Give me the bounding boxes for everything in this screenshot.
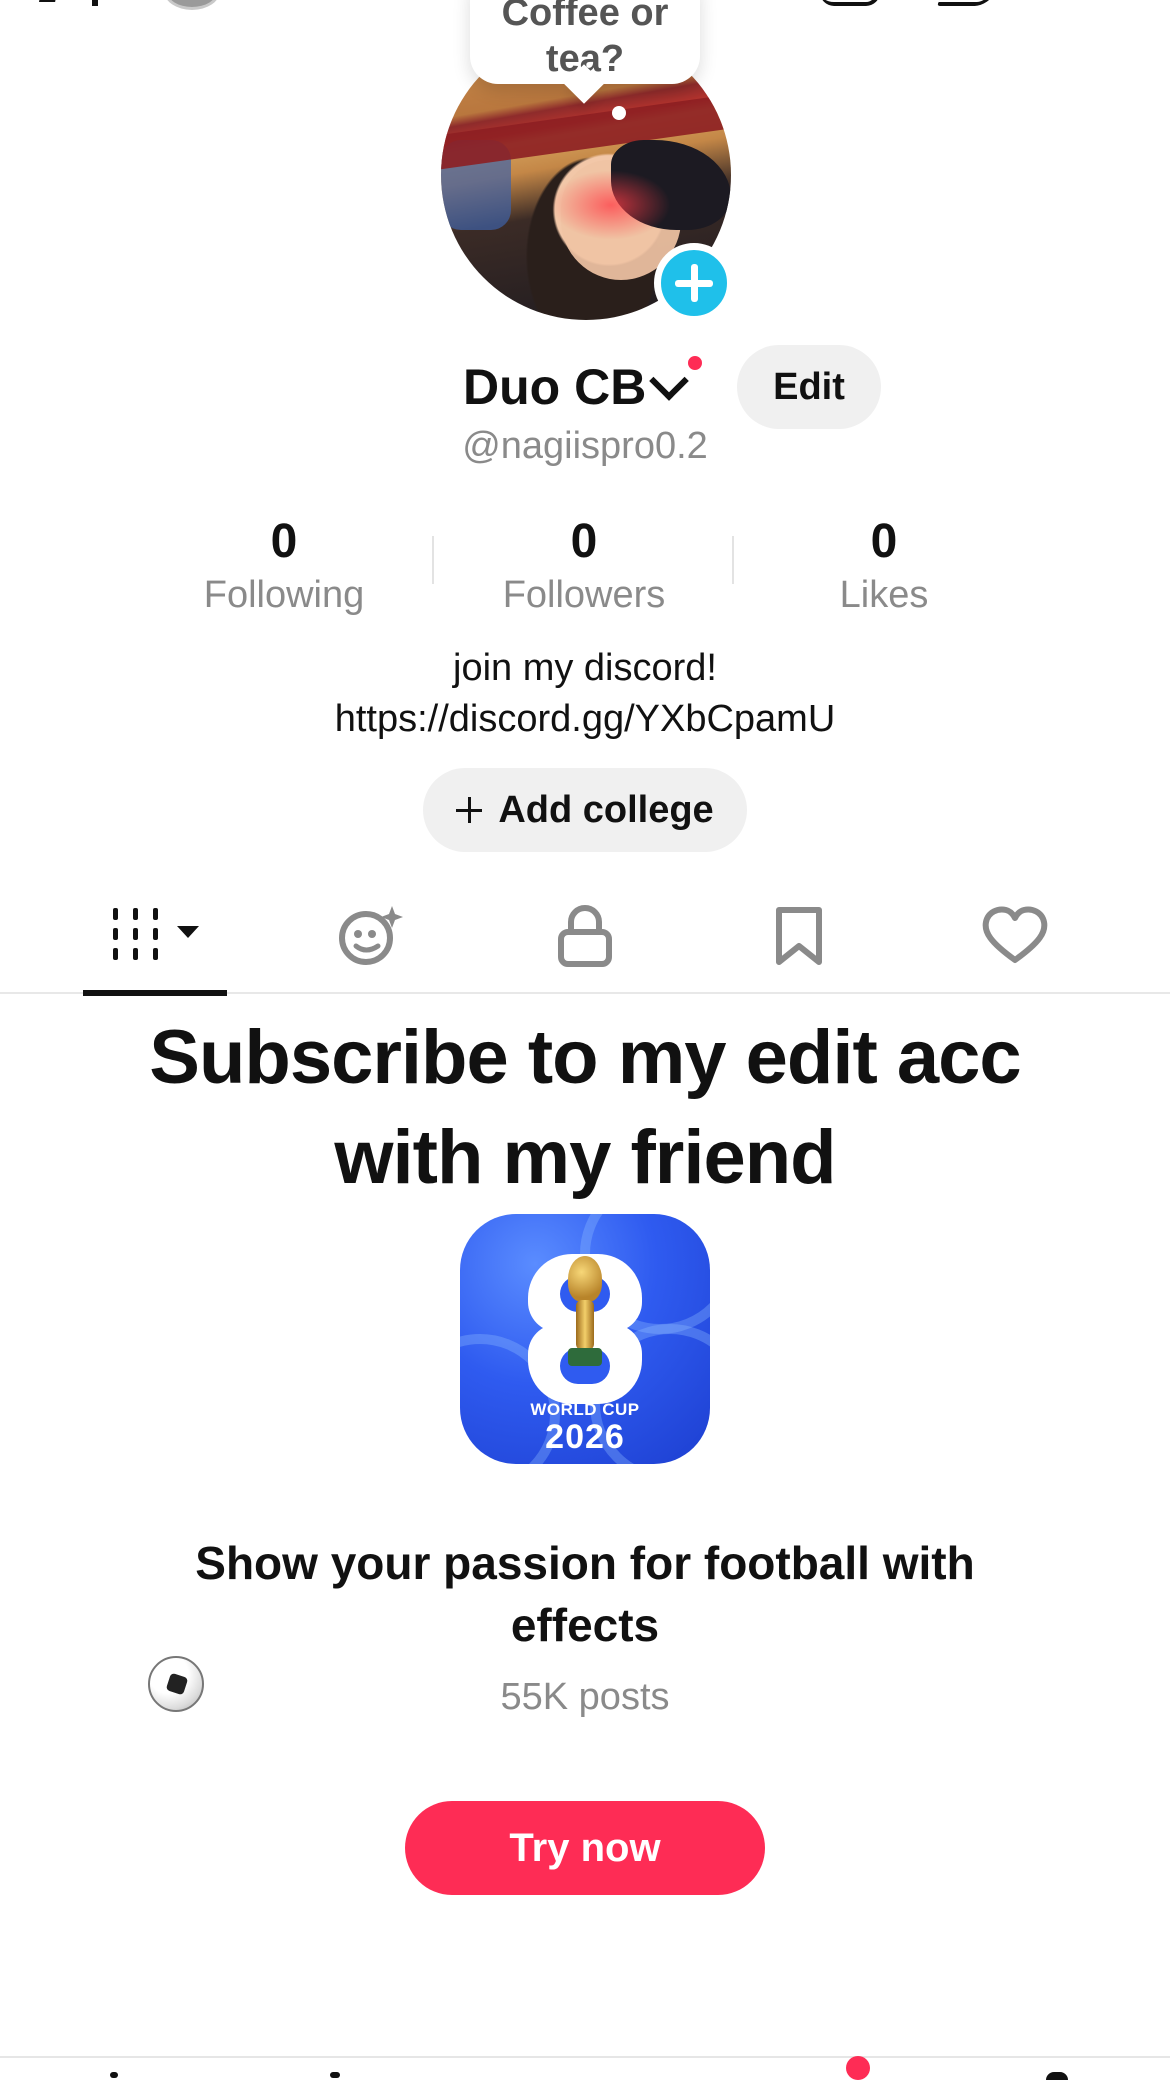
world-cup-effect-icon[interactable]: WORLD CUP 2026 <box>460 1214 710 1464</box>
stat-value: 0 <box>270 515 298 568</box>
status-bubble[interactable]: Coffee or tea? <box>470 0 700 104</box>
add-story-button[interactable] <box>654 243 734 323</box>
notification-dot <box>685 353 705 373</box>
bookmark-icon <box>776 907 822 965</box>
home-icon[interactable] <box>110 2072 118 2078</box>
stat-label: Following <box>203 574 365 616</box>
profile-icon[interactable] <box>1046 2072 1068 2080</box>
bio-link[interactable]: https://discord.gg/YXbCpamU <box>0 694 1170 745</box>
footprints-icon[interactable] <box>820 0 880 6</box>
trophy-part <box>576 1300 594 1350</box>
stat-value: 0 <box>570 515 598 568</box>
chevron-down-icon[interactable] <box>649 361 689 401</box>
bio: join my discord! https://discord.gg/YXbC… <box>0 643 1170 745</box>
posts-count: 55K posts <box>500 1676 670 1718</box>
stat-value: 0 <box>870 515 898 568</box>
stat-label: Followers <box>502 574 666 616</box>
stat-likes[interactable]: 0 Likes <box>734 514 1034 624</box>
trophy-part <box>568 1256 602 1302</box>
status-bubble-dot <box>612 106 626 120</box>
bio-line: join my discord! <box>453 647 717 689</box>
tab-videos[interactable] <box>80 880 230 996</box>
content-tabs <box>0 880 1170 996</box>
trophy-icon <box>564 1256 606 1368</box>
sparkle-face-icon <box>339 906 403 965</box>
add-college-button[interactable]: Add college <box>423 768 747 852</box>
creator-tools-icon[interactable] <box>936 0 996 6</box>
stat-followers[interactable]: 0 Followers <box>434 514 734 624</box>
promo-subtitle-text: effects <box>510 1599 660 1651</box>
tab-reposts[interactable] <box>296 880 446 994</box>
profile-page: Coffee or tea? Duo CB Edit @nagiispro0.2… <box>0 0 1170 2080</box>
lock-icon <box>558 905 612 967</box>
plus-icon <box>456 797 483 823</box>
add-friend-icon[interactable] <box>39 0 57 2</box>
username: @nagiispro0.2 <box>462 425 708 467</box>
grid-bars-icon <box>113 908 199 960</box>
heart-icon <box>982 906 1048 963</box>
profile-switcher-avatar[interactable] <box>164 0 220 10</box>
tab-favorites[interactable] <box>724 880 874 994</box>
trophy-part <box>568 1348 602 1366</box>
promo-title-line: with my friend <box>334 1115 836 1200</box>
add-friend-icon-fragment <box>92 0 98 6</box>
display-name[interactable]: Duo CB <box>463 357 646 417</box>
app-label-line: WORLD CUP <box>530 1400 640 1419</box>
friends-icon[interactable] <box>330 2072 340 2078</box>
add-college-label: Add college <box>498 788 714 831</box>
promo-title: Subscribe to my edit acc with my friend <box>60 1008 1110 1208</box>
edit-profile-button[interactable]: Edit <box>737 345 881 429</box>
name-row: Duo CB Edit <box>0 345 1170 429</box>
bottom-nav <box>0 2056 1170 2080</box>
tab-private[interactable] <box>510 880 660 994</box>
try-now-button[interactable]: Try now <box>405 1801 765 1895</box>
avatar-art <box>551 170 671 240</box>
app-label-year: 2026 <box>545 1418 625 1456</box>
stat-following[interactable]: 0 Following <box>134 514 434 624</box>
stats-row: 0 Following 0 Followers 0 Likes <box>134 514 1034 624</box>
promo-subtitle-line: Show your passion for football with <box>195 1537 975 1589</box>
app-label: WORLD CUP 2026 <box>460 1400 710 1454</box>
inbox-notification-dot <box>846 2056 870 2080</box>
tab-active-indicator <box>83 990 227 996</box>
plus-icon <box>675 279 713 287</box>
tab-liked[interactable] <box>940 880 1090 994</box>
promo-title-line: Subscribe to my edit acc <box>149 1015 1021 1100</box>
stat-label: Likes <box>839 574 929 616</box>
